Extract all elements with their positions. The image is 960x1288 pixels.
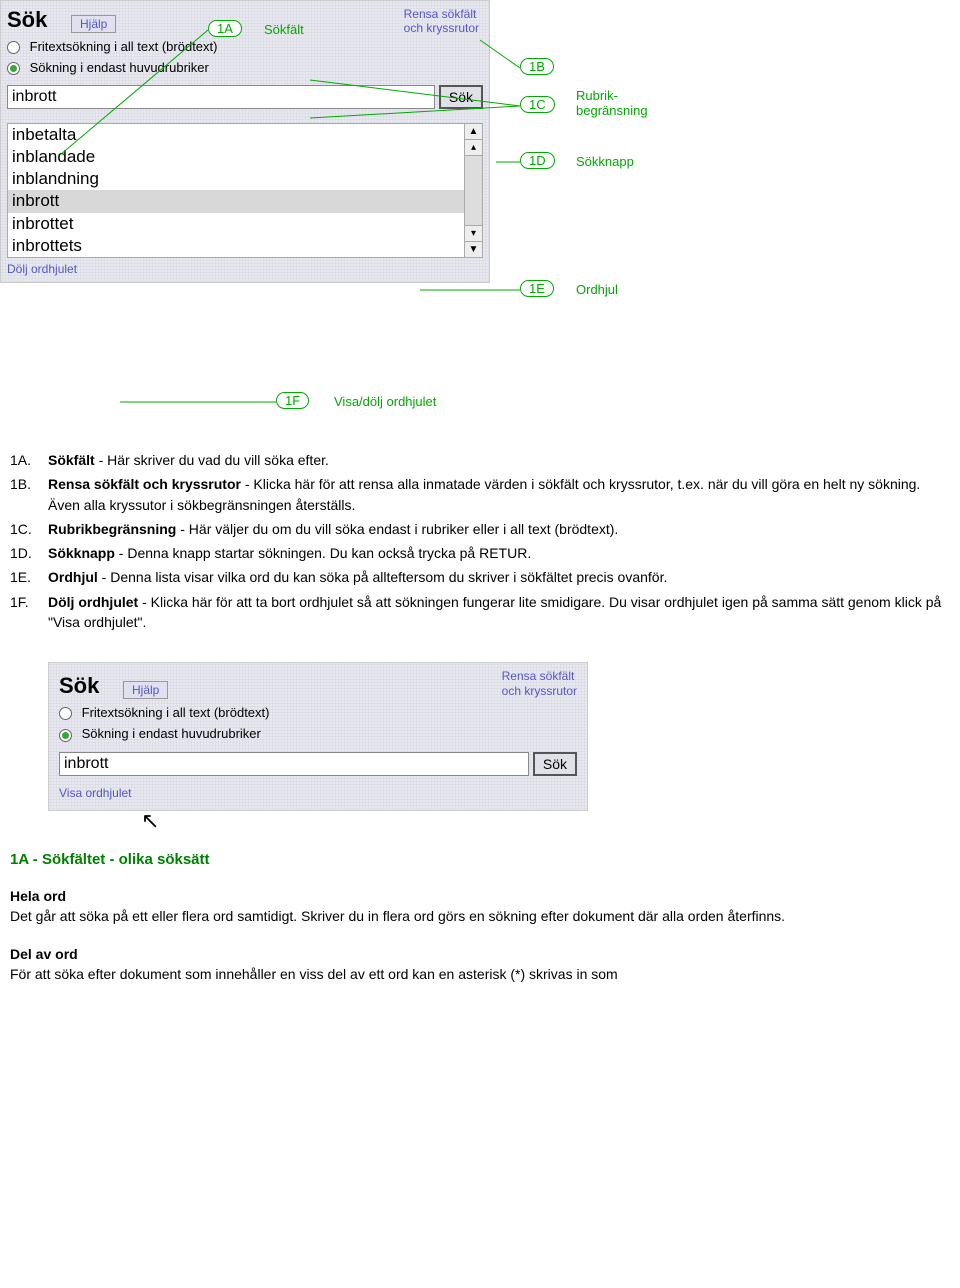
- search-input[interactable]: [7, 85, 435, 109]
- list-item[interactable]: inbetalta: [8, 124, 482, 146]
- radio-headings-label: Sökning i endast huvudrubriker: [30, 60, 209, 75]
- wordwheel-list[interactable]: inbetalta inblandade inblandning inbrott…: [7, 123, 483, 258]
- callout-1f-label: Visa/dölj ordhjulet: [334, 394, 436, 409]
- search-panel-collapsed: Sök Hjälp Rensa sökfält och kryssrutor F…: [48, 662, 588, 810]
- section-heading: 1A - Sökfältet - olika söksätt: [10, 851, 950, 868]
- radio-fulltext-row[interactable]: Fritextsökning i all text (brödtext): [59, 705, 577, 720]
- callout-1c-label: Rubrik- begränsning: [576, 88, 648, 118]
- def-row: 1F.Dölj ordhjulet - Klicka här för att t…: [10, 592, 950, 633]
- list-item[interactable]: inbrottet: [8, 213, 482, 235]
- radio-fulltext-label: Fritextsökning i all text (brödtext): [30, 39, 218, 54]
- callout-1f: 1F: [276, 392, 309, 409]
- panel-title: Sök: [59, 673, 99, 699]
- def-row: 1E.Ordhjul - Denna lista visar vilka ord…: [10, 567, 950, 587]
- reset-link[interactable]: Rensa sökfält och kryssrutor: [404, 7, 479, 36]
- radio-icon: [59, 729, 72, 742]
- def-row: 1B.Rensa sökfält och kryssrutor - Klicka…: [10, 474, 950, 515]
- reset-link[interactable]: Rensa sökfält och kryssrutor: [502, 669, 577, 698]
- reset-line1: Rensa sökfält: [404, 7, 477, 21]
- radio-headings-row[interactable]: Sökning i endast huvudrubriker: [59, 726, 577, 741]
- list-item[interactable]: inblandade: [8, 146, 482, 168]
- search-button[interactable]: Sök: [439, 85, 483, 109]
- list-item[interactable]: inbrottets: [8, 235, 482, 257]
- radio-icon: [59, 707, 72, 720]
- para-partial-words: Del av ord För att söka efter dokument s…: [10, 944, 950, 985]
- def-row: 1C.Rubrikbegränsning - Här väljer du om …: [10, 519, 950, 539]
- help-button[interactable]: Hjälp: [71, 15, 116, 33]
- scroll-down-double-icon[interactable]: ▾: [465, 225, 482, 241]
- search-panel-annotated: Sök Hjälp Rensa sökfält och kryssrutor F…: [0, 0, 490, 283]
- callout-1e: 1E: [520, 280, 554, 297]
- radio-headings-row[interactable]: Sökning i endast huvudrubriker: [7, 60, 483, 75]
- para-whole-words: Hela ord Det går att söka på ett eller f…: [10, 886, 950, 927]
- callout-1d-label: Sökknapp: [576, 154, 634, 169]
- radio-fulltext-label: Fritextsökning i all text (brödtext): [82, 705, 270, 720]
- callout-1a: 1A: [208, 20, 242, 37]
- search-input[interactable]: [59, 752, 529, 776]
- help-button[interactable]: Hjälp: [123, 681, 168, 699]
- panel-title: Sök: [7, 7, 47, 33]
- cursor-icon: ↖: [141, 808, 159, 834]
- def-row: 1D.Sökknapp - Denna knapp startar söknin…: [10, 543, 950, 563]
- callout-1a-label: Sökfält: [264, 22, 304, 37]
- callout-1c: 1C: [520, 96, 555, 113]
- wordwheel-scrollbar[interactable]: ▲ ▴ ▾ ▼: [464, 124, 482, 257]
- scroll-up-double-icon[interactable]: ▴: [465, 140, 482, 156]
- radio-icon: [7, 41, 20, 54]
- show-wordwheel-link[interactable]: Visa ordhjulet: [59, 786, 132, 800]
- radio-fulltext-row[interactable]: Fritextsökning i all text (brödtext): [7, 39, 483, 54]
- radio-icon: [7, 62, 20, 75]
- def-row: 1A.Sökfält - Här skriver du vad du vill …: [10, 450, 950, 470]
- list-item-selected[interactable]: inbrott: [8, 190, 482, 212]
- callout-1e-label: Ordhjul: [576, 282, 618, 297]
- hide-wordwheel-link[interactable]: Dölj ordhjulet: [7, 262, 77, 276]
- list-item[interactable]: inblandning: [8, 168, 482, 190]
- scroll-down-icon[interactable]: ▼: [465, 241, 482, 257]
- radio-headings-label: Sökning i endast huvudrubriker: [82, 726, 261, 741]
- callout-1d: 1D: [520, 152, 555, 169]
- search-button[interactable]: Sök: [533, 752, 577, 776]
- callout-1b: 1B: [520, 58, 554, 75]
- reset-line2: och kryssrutor: [404, 21, 479, 35]
- scroll-up-icon[interactable]: ▲: [465, 124, 482, 140]
- definitions-list: 1A.Sökfält - Här skriver du vad du vill …: [10, 450, 950, 632]
